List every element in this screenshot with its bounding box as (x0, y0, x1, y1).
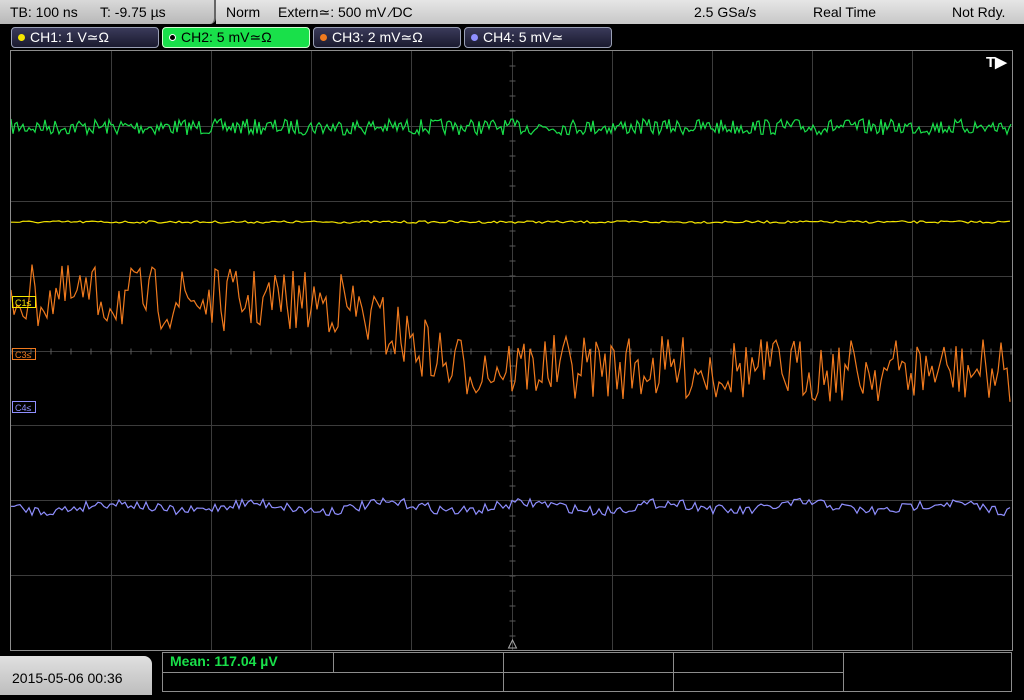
ch3-label: CH3: 2 mV≃Ω (332, 29, 423, 45)
ch4-offset-marker[interactable]: C4≤ (12, 401, 36, 413)
measurement-cell (673, 672, 844, 691)
trigger-time-label: T: -9.75 µs (100, 4, 166, 20)
acq-mode-label: Norm (226, 4, 261, 20)
acquisition-status-bar[interactable]: Norm Extern≃: 500 mV ∕DC 2.5 GSa/s Real … (216, 0, 1024, 24)
ch3-dot-icon (320, 34, 327, 42)
measurement-cell (673, 653, 844, 673)
ch2-dot-icon (169, 34, 176, 42)
channel-button-ch3[interactable]: CH3: 2 mV≃Ω (313, 27, 461, 48)
sample-rate-label: 2.5 GSa/s (694, 4, 757, 20)
measurement-cell (333, 672, 504, 691)
run-state-label: Not Rdy. (952, 4, 1006, 20)
waveform-canvas (11, 51, 1012, 650)
waveform-display[interactable] (10, 50, 1013, 651)
channel-button-ch1[interactable]: CH1: 1 V≃Ω (11, 27, 159, 48)
channel-bar: CH1: 1 V≃Ω CH2: 5 mV≃Ω CH3: 2 mV≃Ω CH4: … (0, 25, 1024, 50)
measurement-cell (503, 672, 674, 691)
ch2-label: CH2: 5 mV≃Ω (181, 29, 272, 45)
ch4-label: CH4: 5 mV≃ (483, 29, 564, 45)
ch1-offset-marker[interactable]: C1≤ (12, 296, 36, 308)
channel-button-ch2[interactable]: CH2: 5 mV≃Ω (162, 27, 310, 48)
ch3-offset-marker[interactable]: C3≤ (12, 348, 36, 360)
trigger-position-flag: T▶ (986, 54, 1007, 71)
mode-label: Real Time (813, 4, 877, 20)
timebase-label: TB: 100 ns (10, 4, 78, 20)
timebase-box[interactable]: TB: 100 ns T: -9.75 µs (0, 0, 216, 24)
ch1-dot-icon (18, 34, 25, 42)
measurement-cell (333, 653, 504, 673)
measurement-cell (503, 653, 674, 673)
ch4-dot-icon (471, 34, 478, 42)
ch1-label: CH1: 1 V≃Ω (30, 29, 109, 45)
ch1-trace (11, 220, 1011, 224)
date-time-box: 2015-05-06 00:36 (0, 656, 152, 695)
measurement-table (162, 652, 1012, 692)
trigger-source-label: Extern≃: 500 mV ∕DC (278, 4, 413, 20)
channel-button-ch4[interactable]: CH4: 5 mV≃ (464, 27, 612, 48)
mean-measurement: Mean: 117.04 µV (170, 653, 278, 669)
top-status-bar: TB: 100 ns T: -9.75 µs Norm Extern≃: 500… (0, 0, 1024, 25)
